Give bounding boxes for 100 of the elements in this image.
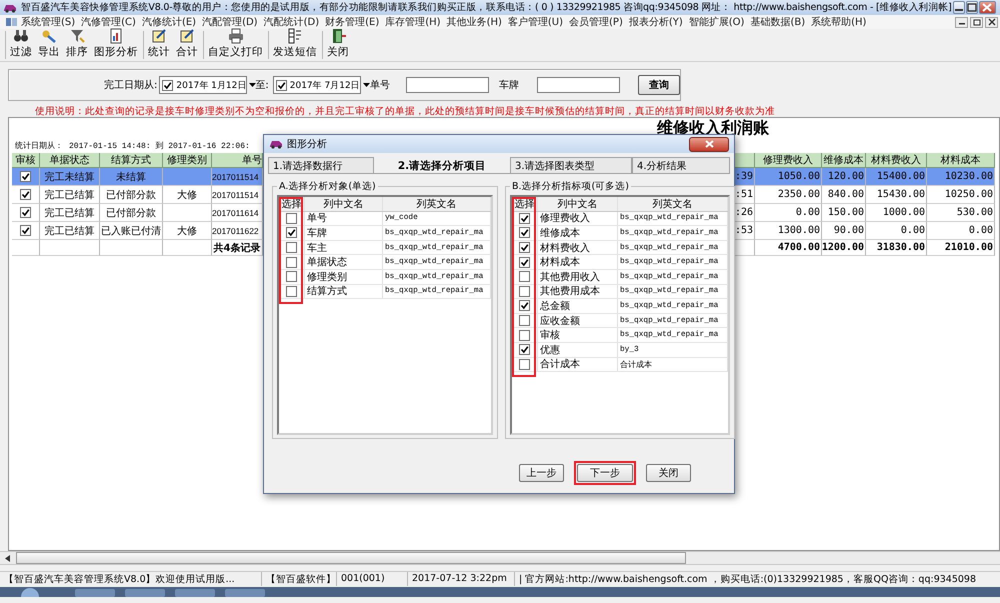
tab[interactable]: 4.分析结果 bbox=[632, 157, 730, 173]
menu-item[interactable]: 系统管理(S) bbox=[18, 15, 78, 29]
menu-item[interactable]: 汽修统计(E) bbox=[138, 15, 200, 29]
table-cell: 21010.00 bbox=[927, 240, 995, 256]
grid-cell: 材料费收入 bbox=[538, 240, 618, 254]
checkbox[interactable] bbox=[519, 344, 530, 356]
table-cell: 大修 bbox=[163, 222, 212, 240]
menu-item[interactable]: 汽配统计(D) bbox=[260, 15, 322, 29]
door-icon bbox=[330, 28, 346, 44]
checkbox[interactable] bbox=[162, 80, 174, 90]
toolbar-button[interactable]: 导出 bbox=[35, 31, 63, 59]
table-cell: 120.00 bbox=[822, 168, 866, 186]
menu-item[interactable]: 客户管理(U) bbox=[504, 15, 566, 29]
menu-item[interactable]: 系统帮助(H) bbox=[808, 15, 870, 29]
field-label: 单号 bbox=[370, 78, 390, 92]
table-cell: 10250.00 bbox=[927, 186, 995, 204]
checkbox[interactable] bbox=[286, 242, 297, 254]
close-button[interactable] bbox=[978, 1, 996, 14]
table-cell bbox=[100, 240, 163, 256]
table-cell: 10230.00 bbox=[927, 168, 995, 186]
checkbox[interactable] bbox=[519, 242, 530, 254]
checkbox[interactable] bbox=[286, 212, 297, 224]
checkbox[interactable] bbox=[519, 315, 530, 326]
checkbox[interactable] bbox=[519, 330, 530, 341]
checkbox[interactable] bbox=[276, 80, 287, 90]
close-button[interactable] bbox=[985, 16, 998, 28]
checkbox[interactable] bbox=[20, 189, 31, 200]
checkbox[interactable] bbox=[519, 300, 530, 312]
menu-item[interactable]: 基础数据(B) bbox=[747, 15, 808, 29]
column-header: 修理类别 bbox=[163, 153, 212, 168]
checkbox[interactable] bbox=[286, 227, 297, 238]
toolbar-button[interactable]: 发送短信 bbox=[270, 31, 320, 59]
table-cell: 完工已结算 bbox=[40, 204, 100, 222]
input-field[interactable] bbox=[536, 77, 620, 93]
checkbox[interactable] bbox=[286, 271, 297, 282]
toolbar-button[interactable]: 排序 bbox=[63, 31, 91, 59]
dialog-button[interactable]: 下一步 bbox=[577, 464, 633, 482]
search-button[interactable]: 查询 bbox=[638, 75, 680, 95]
car-icon bbox=[269, 139, 283, 149]
table-cell: 2017011514 bbox=[212, 168, 263, 186]
table-cell: 0.00 bbox=[755, 204, 822, 222]
menu-item[interactable]: 会员管理(P) bbox=[566, 15, 626, 29]
menu-item[interactable]: 财务管理(E) bbox=[322, 15, 382, 29]
column-header: 维修成本 bbox=[822, 153, 866, 168]
field-label: 完工日期从: bbox=[104, 78, 158, 92]
tab[interactable]: 3.请选择图表类型 bbox=[510, 157, 632, 173]
notepad-icon bbox=[179, 28, 195, 44]
toolbar-button[interactable]: 过滤 bbox=[7, 31, 35, 59]
checkbox[interactable] bbox=[519, 286, 530, 297]
grid-cell: 修理费收入 bbox=[538, 212, 618, 226]
grid-cell: 修理类别 bbox=[305, 270, 383, 284]
column-header bbox=[735, 153, 755, 168]
dialog-title: 图形分析 bbox=[287, 138, 327, 151]
checkbox[interactable] bbox=[519, 227, 530, 238]
menu-item[interactable]: 其他业务(H) bbox=[444, 15, 505, 29]
left-arrow-icon bbox=[4, 554, 10, 562]
menu-item[interactable]: 智能扩展(O) bbox=[686, 15, 748, 29]
toolbar-button[interactable]: 统计 bbox=[145, 31, 173, 59]
checkbox[interactable] bbox=[519, 358, 530, 370]
menu-item[interactable]: 报表分析(Y) bbox=[626, 15, 686, 29]
table-cell: 0.00 bbox=[927, 222, 995, 240]
car-icon bbox=[3, 2, 17, 13]
table-cell: 2350.00 bbox=[755, 186, 822, 204]
toolbar-button[interactable]: 关闭 bbox=[324, 31, 352, 59]
checkbox[interactable] bbox=[20, 171, 31, 182]
checkbox[interactable] bbox=[286, 256, 297, 268]
period-text: 2017-01-15 14:48: 到 2017-01-16 22:06: bbox=[69, 140, 250, 153]
checkbox[interactable] bbox=[519, 271, 530, 282]
toolbar-button[interactable]: 图形分析 bbox=[91, 31, 141, 59]
checkbox[interactable] bbox=[20, 225, 31, 236]
status-text: 【智百盛软件】 bbox=[262, 572, 337, 586]
dropdown-icon[interactable] bbox=[362, 83, 370, 87]
column-header: 修理费收入 bbox=[755, 153, 822, 168]
toolbar-button[interactable]: 合计 bbox=[173, 31, 201, 59]
checkbox[interactable] bbox=[286, 286, 297, 297]
close-button[interactable] bbox=[689, 136, 729, 152]
restore-icon bbox=[972, 18, 980, 26]
checkbox[interactable] bbox=[519, 212, 530, 224]
dropdown-icon[interactable] bbox=[249, 83, 256, 87]
toolbar-button[interactable]: 自定义打印 bbox=[205, 31, 266, 59]
tab[interactable]: 1.请选择数据行 bbox=[268, 157, 374, 173]
menu-item[interactable]: 汽修管理(C) bbox=[78, 15, 139, 29]
minimize-button[interactable] bbox=[952, 1, 965, 14]
restore-button[interactable] bbox=[970, 16, 983, 28]
menu-item[interactable]: 库存管理(H) bbox=[382, 15, 444, 29]
checkbox[interactable] bbox=[519, 256, 530, 268]
table-cell: 完工已结算 bbox=[40, 222, 100, 240]
grid-cell: 其他费用收入 bbox=[538, 270, 618, 284]
column-header: 列中文名 bbox=[538, 197, 618, 211]
table-cell: 1300.00 bbox=[755, 222, 822, 240]
table-cell: 大修 bbox=[163, 186, 212, 204]
dialog-button[interactable]: 关闭 bbox=[646, 464, 691, 482]
grid-cell: 单据状态 bbox=[305, 255, 383, 269]
maximize-button[interactable] bbox=[966, 1, 978, 14]
dialog-button[interactable]: 上一步 bbox=[519, 464, 564, 482]
table-cell: 840.00 bbox=[822, 186, 866, 204]
menu-item[interactable]: 汽配管理(D) bbox=[199, 15, 261, 29]
checkbox[interactable] bbox=[20, 207, 31, 218]
minimize-button[interactable] bbox=[955, 16, 968, 28]
input-field[interactable] bbox=[406, 77, 489, 93]
